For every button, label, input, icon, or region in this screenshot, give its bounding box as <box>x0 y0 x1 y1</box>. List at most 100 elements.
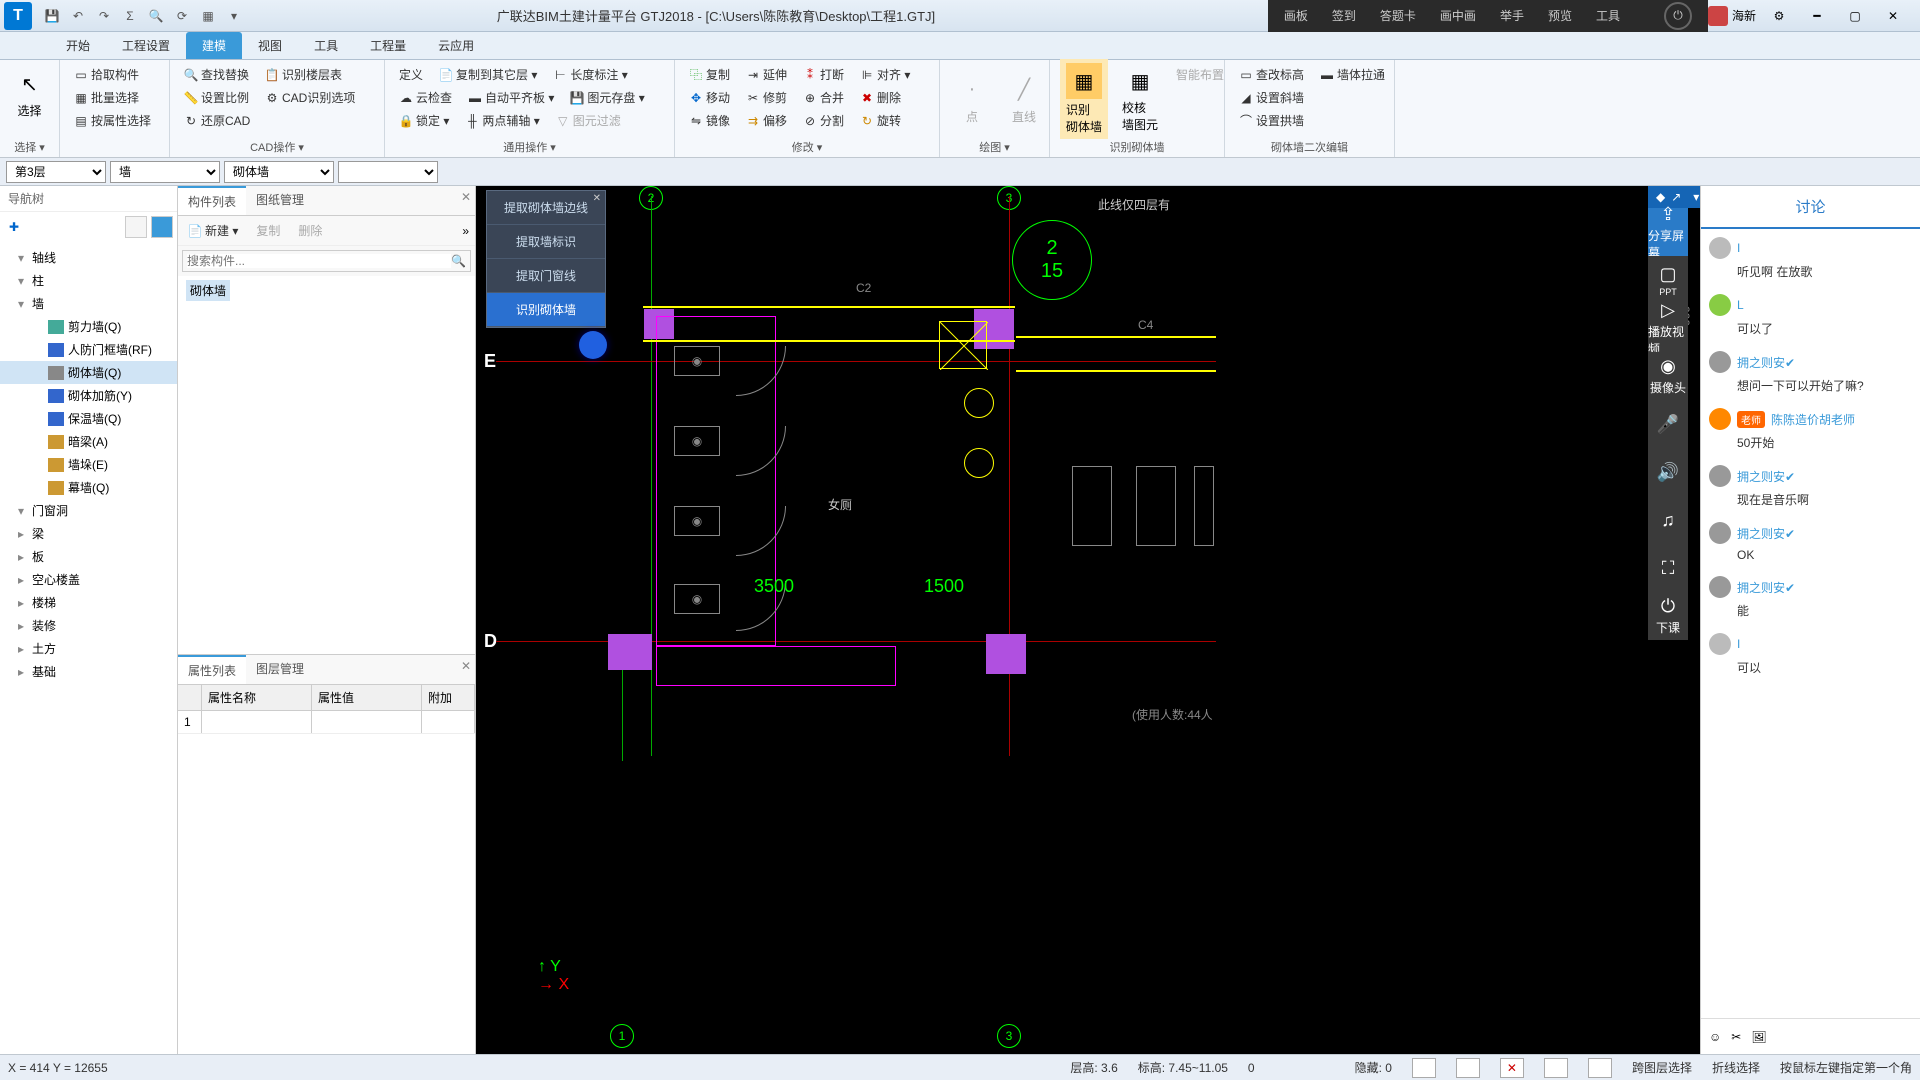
tree-item-装修[interactable]: ▸装修 <box>0 614 177 637</box>
image-icon[interactable]: 🖼 <box>1751 1030 1766 1044</box>
floor-select[interactable]: 第3层 <box>6 161 106 183</box>
tab-drawing-mgr[interactable]: 图纸管理 <box>246 186 314 215</box>
auto-level[interactable]: ▬自动平齐板 ▾ <box>464 87 558 108</box>
category-select[interactable]: 墙 <box>110 161 220 183</box>
prop-close-icon[interactable]: ✕ <box>461 659 471 673</box>
mod-offset[interactable]: ⇉偏移 <box>742 110 791 131</box>
tree-item-基础[interactable]: ▸基础 <box>0 660 177 683</box>
tree-item-暗梁(A)[interactable]: 暗梁(A) <box>0 430 177 453</box>
tree-item-空心楼盖[interactable]: ▸空心楼盖 <box>0 568 177 591</box>
type-select[interactable]: 砌体墙 <box>224 161 334 183</box>
select-by-prop[interactable]: ▤按属性选择 <box>70 110 159 131</box>
menu-extract-edge[interactable]: 提取砌体墙边线 <box>487 191 605 225</box>
group-cad[interactable]: CAD操作 ▾ <box>180 137 374 157</box>
status-tool-2[interactable] <box>1456 1058 1480 1078</box>
tree-item-门窗洞[interactable]: ▾门窗洞 <box>0 499 177 522</box>
restore-cad[interactable]: ↻还原CAD <box>180 110 254 131</box>
scissors-icon[interactable]: ✂ <box>1731 1030 1741 1044</box>
set-arch[interactable]: ⌒设置拱墙 <box>1235 110 1308 131</box>
share-out-icon[interactable]: ↗ <box>1671 190 1681 204</box>
tab-view[interactable]: 视图 <box>242 32 298 59</box>
tree-item-幕墙(Q)[interactable]: 幕墙(Q) <box>0 476 177 499</box>
mod-mirror[interactable]: ⇋镜像 <box>685 110 734 131</box>
mod-delete[interactable]: ✖删除 <box>856 87 905 108</box>
mod-copy[interactable]: ⿻复制 <box>685 64 734 85</box>
end-class-button[interactable]: ⏻ 下课 <box>1648 592 1688 640</box>
tab-quantity[interactable]: 工程量 <box>354 32 422 59</box>
tree-item-梁[interactable]: ▸梁 <box>0 522 177 545</box>
group-modify[interactable]: 修改 ▾ <box>685 137 929 157</box>
status-tool-4[interactable] <box>1544 1058 1568 1078</box>
recognize-floor[interactable]: 📋识别楼层表 <box>261 64 346 85</box>
find-replace[interactable]: 🔍查找替换 <box>180 64 253 85</box>
two-point-axis[interactable]: ╫两点辅轴 ▾ <box>461 110 543 131</box>
tree-item-保温墙(Q)[interactable]: 保温墙(Q) <box>0 407 177 430</box>
speaker-button[interactable]: 🔊 <box>1648 448 1688 496</box>
wall-through[interactable]: ▬墙体拉通 <box>1316 64 1389 85</box>
tree-item-砌体加筋(Y)[interactable]: 砌体加筋(Y) <box>0 384 177 407</box>
tree-item-剪力墙(Q)[interactable]: 剪力墙(Q) <box>0 315 177 338</box>
pick-component[interactable]: ▭拾取构件 <box>70 64 159 85</box>
status-tool-5[interactable] <box>1588 1058 1612 1078</box>
tree-item-人防门框墙(RF)[interactable]: 人防门框墙(RF) <box>0 338 177 361</box>
tab-prop-list[interactable]: 属性列表 <box>178 655 246 684</box>
comp-new[interactable]: 📄新建 ▾ <box>184 220 242 241</box>
mod-align[interactable]: ⊫对齐 ▾ <box>856 64 914 85</box>
power-icon[interactable]: ⏻ <box>1664 2 1692 30</box>
tab-modeling[interactable]: 建模 <box>186 32 242 59</box>
recognize-wall[interactable]: ▦ 识别 砌体墙 <box>1060 59 1108 139</box>
component-select[interactable] <box>338 161 438 183</box>
cloud-check[interactable]: ☁云检查 <box>395 87 456 108</box>
search-icon[interactable]: 🔍 <box>451 254 466 268</box>
tree-item-墙[interactable]: ▾墙 <box>0 292 177 315</box>
group-common[interactable]: 通用操作 ▾ <box>395 137 664 157</box>
qat-redo-icon[interactable]: ↷ <box>94 6 114 26</box>
dark-tool-tools[interactable]: 工具 <box>1596 7 1620 24</box>
status-tool-1[interactable] <box>1412 1058 1436 1078</box>
qat-filter-icon[interactable]: ▦ <box>198 6 218 26</box>
dark-tool-hand[interactable]: 举手 <box>1500 7 1524 24</box>
qat-sum-icon[interactable]: Σ <box>120 6 140 26</box>
play-video-button[interactable]: ▷ 播放视频 <box>1648 304 1688 352</box>
dropdown-icon[interactable]: ▾ <box>1693 190 1699 204</box>
set-slope[interactable]: ◢设置斜墙 <box>1235 87 1308 108</box>
tree-item-轴线[interactable]: ▾轴线 <box>0 246 177 269</box>
dark-tool-quiz[interactable]: 答题卡 <box>1380 7 1416 24</box>
tree-item-土方[interactable]: ▸土方 <box>0 637 177 660</box>
lock[interactable]: 🔒锁定 ▾ <box>395 110 453 131</box>
dark-tool-signin[interactable]: 签到 <box>1332 7 1356 24</box>
share-screen-button[interactable]: ⇪ 分享屏幕 <box>1648 208 1688 256</box>
nav-icon-view[interactable] <box>151 216 173 238</box>
chat-tab-discuss[interactable]: 讨论 <box>1701 186 1920 229</box>
music-button[interactable]: ♫ <box>1648 496 1688 544</box>
set-scale[interactable]: 📏设置比例 <box>180 87 253 108</box>
menu-extract-mark[interactable]: 提取墙标识 <box>487 225 605 259</box>
emoji-icon[interactable]: ☺ <box>1709 1030 1721 1044</box>
dark-tool-pip[interactable]: 画中画 <box>1440 7 1476 24</box>
nav-list-view[interactable] <box>125 216 147 238</box>
check-wall[interactable]: ▦ 校核 墙图元 <box>1116 61 1164 137</box>
mod-break[interactable]: ⁑打断 <box>799 64 848 85</box>
qat-find-icon[interactable]: 🔍 <box>146 6 166 26</box>
drawing-canvas[interactable]: ✕ 提取砌体墙边线 提取墙标识 提取门窗线 识别砌体墙 2 3 1 3 2 15… <box>476 186 1700 1054</box>
select-button[interactable]: ↖ 选择 <box>10 64 49 123</box>
status-cross[interactable]: 跨图层选择 <box>1632 1059 1692 1076</box>
cad-options[interactable]: ⚙CAD识别选项 <box>261 87 359 108</box>
copy-to-layer[interactable]: 📄复制到其它层 ▾ <box>435 64 541 85</box>
tree-item-墙垛(E)[interactable]: 墙垛(E) <box>0 453 177 476</box>
mod-extend[interactable]: ⇥延伸 <box>742 64 791 85</box>
qat-settings-icon[interactable]: ▾ <box>224 6 244 26</box>
define[interactable]: 定义 <box>395 64 427 85</box>
tree-item-板[interactable]: ▸板 <box>0 545 177 568</box>
elem-save[interactable]: 💾图元存盘 ▾ <box>566 87 648 108</box>
tab-comp-list[interactable]: 构件列表 <box>178 186 246 215</box>
mic-button[interactable]: 🎤 <box>1648 400 1688 448</box>
fullscreen-button[interactable]: ⛶ <box>1648 544 1688 592</box>
expand-icon[interactable]: » <box>462 224 469 238</box>
panel-close-icon[interactable]: ✕ <box>461 190 471 204</box>
nav-add-icon[interactable]: ✚ <box>4 217 24 237</box>
batch-select[interactable]: ▦批量选择 <box>70 87 159 108</box>
mod-split[interactable]: ⊘分割 <box>799 110 848 131</box>
setting-icon[interactable]: ⚙ <box>1764 6 1794 26</box>
qat-save-icon[interactable]: 💾 <box>42 6 62 26</box>
